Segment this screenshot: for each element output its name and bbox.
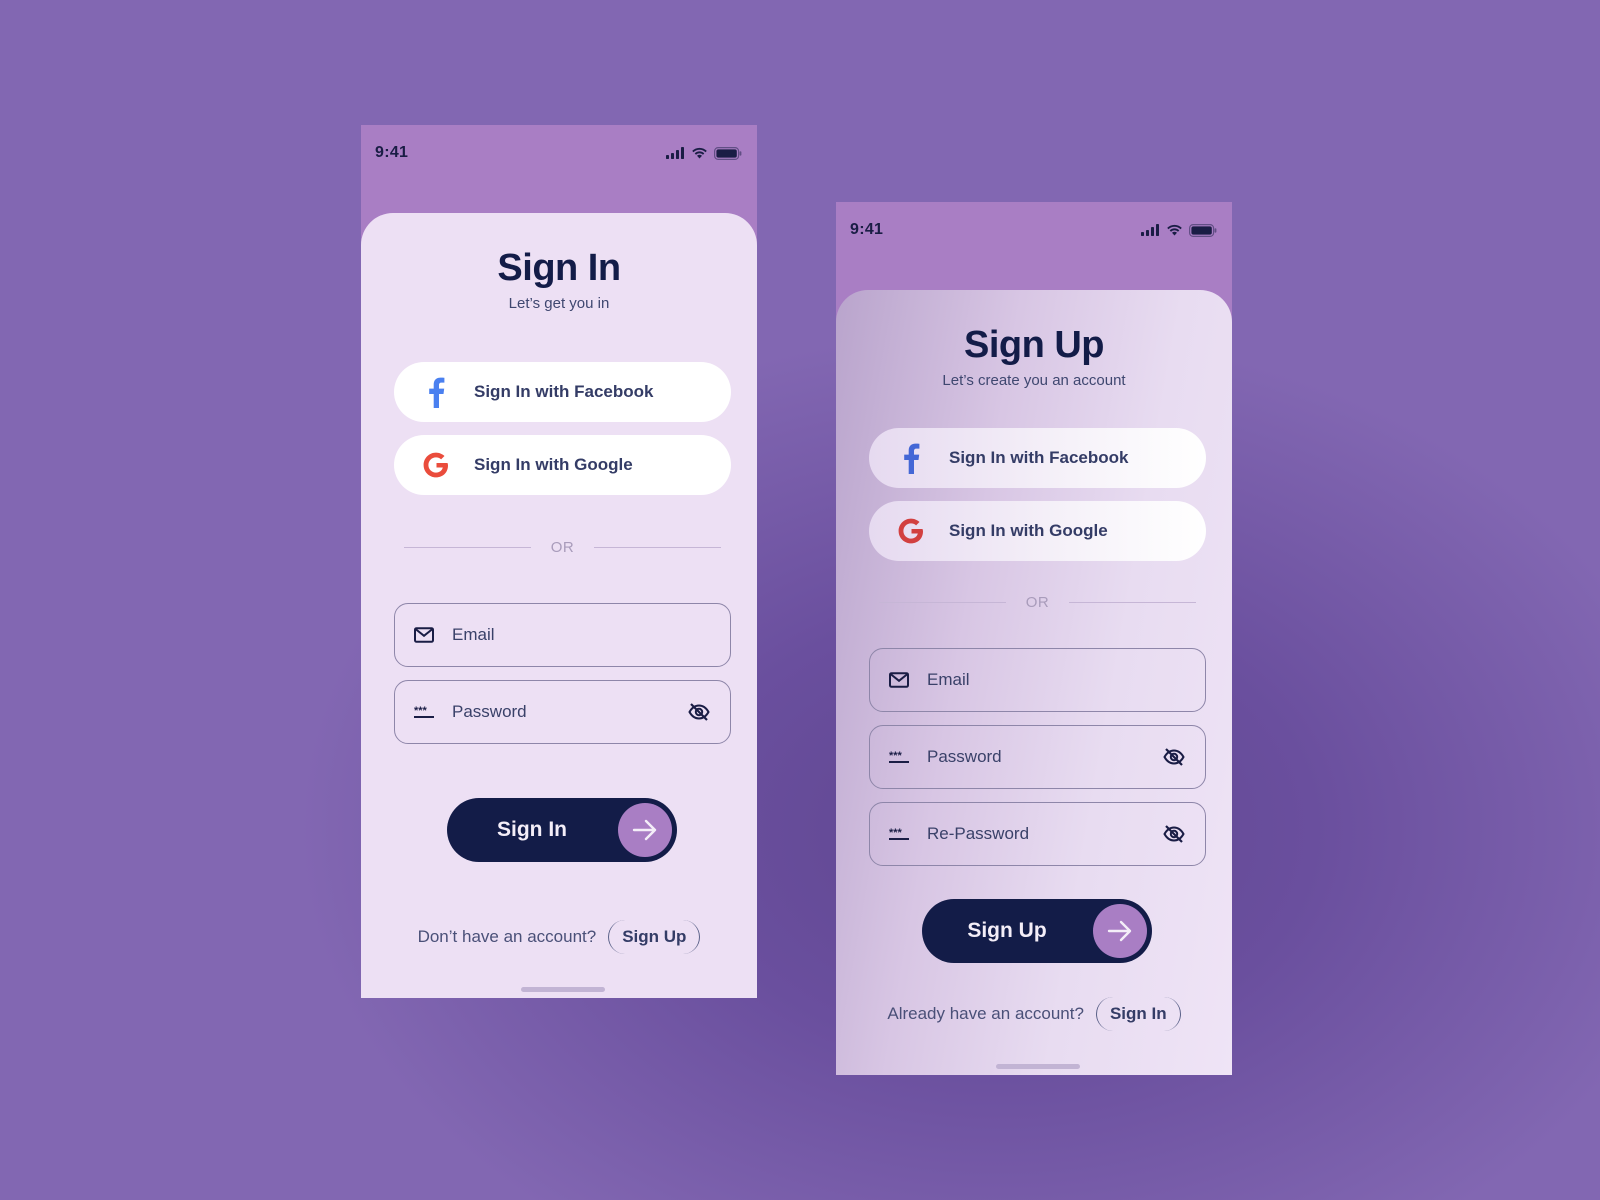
eye-off-icon[interactable] <box>1161 824 1187 844</box>
footer-question: Already have an account? <box>887 1004 1084 1023</box>
password-icon: *** <box>887 750 911 764</box>
divider-label: OR <box>550 538 575 556</box>
page-title: Sign Up <box>963 324 1105 366</box>
facebook-icon <box>416 376 456 408</box>
password-placeholder: Password <box>452 702 527 721</box>
google-icon <box>891 516 931 546</box>
signal-icon <box>666 147 684 159</box>
footer-question: Don’t have an account? <box>417 927 597 946</box>
mail-icon <box>412 627 436 643</box>
password-field[interactable]: *** Password <box>869 725 1206 789</box>
divider-line <box>404 546 531 548</box>
password-placeholder: Password <box>927 747 1002 766</box>
footer: Don’t have an account? Sign Up <box>361 920 757 954</box>
google-sign-in-label: Sign In with Google <box>474 455 633 474</box>
status-bar: 9:41 <box>836 202 1232 258</box>
signal-icon <box>1141 224 1159 236</box>
footer: Already have an account? Sign In <box>836 997 1232 1031</box>
google-sign-in-label: Sign In with Google <box>949 521 1108 540</box>
password-icon: *** <box>412 705 436 719</box>
svg-text:***: *** <box>889 750 903 762</box>
facebook-sign-in-button[interactable]: Sign In with Facebook <box>869 428 1206 488</box>
status-bar: 9:41 <box>361 125 757 181</box>
page-subtitle: Let’s get you in <box>508 295 610 312</box>
svg-text:***: *** <box>889 827 903 839</box>
password-icon: *** <box>887 827 911 841</box>
sign-up-link[interactable]: Sign Up <box>608 920 701 954</box>
email-field[interactable]: Email <box>869 648 1206 712</box>
divider-line <box>879 601 1006 603</box>
status-time: 9:41 <box>850 221 884 238</box>
email-placeholder: Email <box>927 670 970 689</box>
sign-in-button[interactable]: Sign In <box>447 798 677 862</box>
re-password-field[interactable]: *** Re-Password <box>869 802 1206 866</box>
facebook-sign-in-button[interactable]: Sign In with Facebook <box>394 362 731 422</box>
or-divider: OR <box>404 537 721 557</box>
status-time: 9:41 <box>375 144 409 161</box>
wifi-icon <box>1167 224 1182 236</box>
facebook-icon <box>891 442 931 474</box>
home-indicator <box>996 1064 1080 1069</box>
facebook-sign-in-label: Sign In with Facebook <box>949 448 1129 467</box>
sign-in-link[interactable]: Sign In <box>1095 997 1181 1031</box>
eye-off-icon[interactable] <box>686 702 712 722</box>
sign-in-button-label: Sign In <box>497 818 567 841</box>
google-sign-in-button[interactable]: Sign In with Google <box>869 501 1206 561</box>
wifi-icon <box>692 147 707 159</box>
sign-up-button[interactable]: Sign Up <box>922 899 1152 963</box>
sign-in-screen: 9:41 Sign In Let’s get you in Sign In wi… <box>361 125 757 998</box>
sheet: Sign In Let’s get you in Sign In with Fa… <box>361 213 757 998</box>
or-divider: OR <box>879 592 1196 612</box>
sign-up-screen: 9:41 Sign Up Let’s create you an account… <box>836 202 1232 1075</box>
page-title: Sign In <box>497 247 621 289</box>
email-field[interactable]: Email <box>394 603 731 667</box>
eye-off-icon[interactable] <box>1161 747 1187 767</box>
re-password-placeholder: Re-Password <box>927 824 1030 843</box>
sheet: Sign Up Let’s create you an account Sign… <box>836 290 1232 1075</box>
email-placeholder: Email <box>452 625 495 644</box>
arrow-right-icon <box>1093 904 1147 958</box>
home-indicator <box>521 987 605 992</box>
arrow-right-icon <box>618 803 672 857</box>
svg-text:***: *** <box>414 705 428 717</box>
battery-icon <box>714 146 742 160</box>
password-field[interactable]: *** Password <box>394 680 731 744</box>
sign-up-button-label: Sign Up <box>967 919 1047 942</box>
divider-line <box>1069 601 1196 603</box>
mail-icon <box>887 672 911 688</box>
divider-label: OR <box>1025 593 1050 611</box>
google-sign-in-button[interactable]: Sign In with Google <box>394 435 731 495</box>
divider-line <box>594 546 721 548</box>
battery-icon <box>1189 223 1217 237</box>
google-icon <box>416 450 456 480</box>
facebook-sign-in-label: Sign In with Facebook <box>474 382 654 401</box>
page-subtitle: Let’s create you an account <box>942 372 1126 389</box>
